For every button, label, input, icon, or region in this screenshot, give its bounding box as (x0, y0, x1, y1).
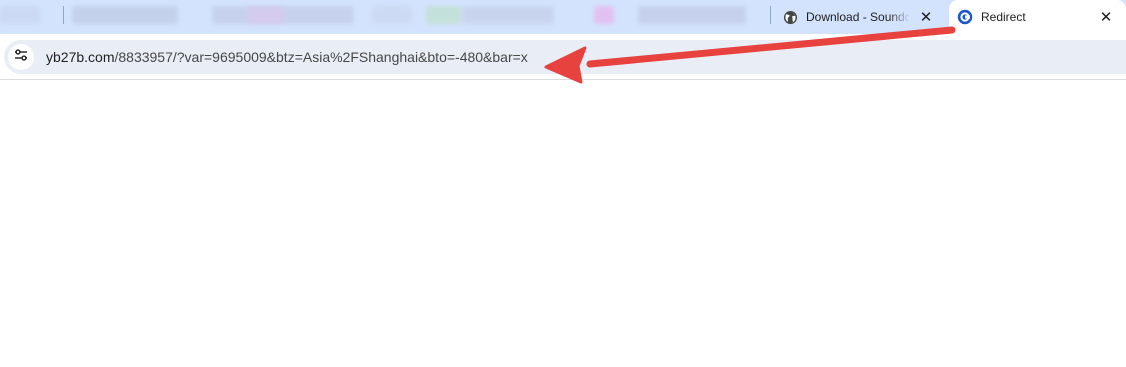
tab-download-soundcloud[interactable]: Download - Soundc ✕ (772, 0, 946, 34)
redirect-c-icon (957, 9, 973, 25)
tab-redirect[interactable]: Redirect ✕ (949, 0, 1126, 34)
tab-title: Download - Soundc (806, 10, 910, 24)
url-host: yb27b.com (46, 49, 115, 65)
tab-separator (770, 6, 771, 24)
browser-toolbar: yb27b.com/8833957/?var=9695009&btz=Asia%… (0, 34, 1126, 80)
obscured-tab[interactable] (72, 6, 178, 24)
obscured-tab[interactable] (594, 6, 614, 24)
tab-title: Redirect (981, 10, 1026, 24)
close-tab-button[interactable]: ✕ (1098, 9, 1114, 26)
obscured-tab[interactable] (0, 6, 40, 24)
url-path: /8833957/?var=9695009&btz=Asia%2FShangha… (114, 49, 528, 65)
globe-icon (782, 9, 798, 25)
close-tab-button[interactable]: ✕ (918, 9, 934, 26)
obscured-tab[interactable] (248, 6, 284, 24)
tune-icon (14, 48, 28, 67)
obscured-tab[interactable] (426, 6, 462, 24)
tab-separator (63, 6, 64, 24)
page-content (0, 80, 1126, 367)
browser-window: Download - Soundc ✕ Redirect ✕ yb27b.com… (0, 0, 1126, 367)
omnibox-url[interactable]: yb27b.com/8833957/?var=9695009&btz=Asia%… (46, 49, 528, 65)
site-info-button[interactable] (8, 44, 34, 70)
obscured-tab[interactable] (372, 6, 412, 24)
obscured-tab[interactable] (638, 6, 746, 24)
obscured-tab[interactable] (462, 6, 554, 24)
tab-strip: Download - Soundc ✕ Redirect ✕ (0, 0, 1126, 34)
omnibox[interactable]: yb27b.com/8833957/?var=9695009&btz=Asia%… (4, 40, 1126, 74)
